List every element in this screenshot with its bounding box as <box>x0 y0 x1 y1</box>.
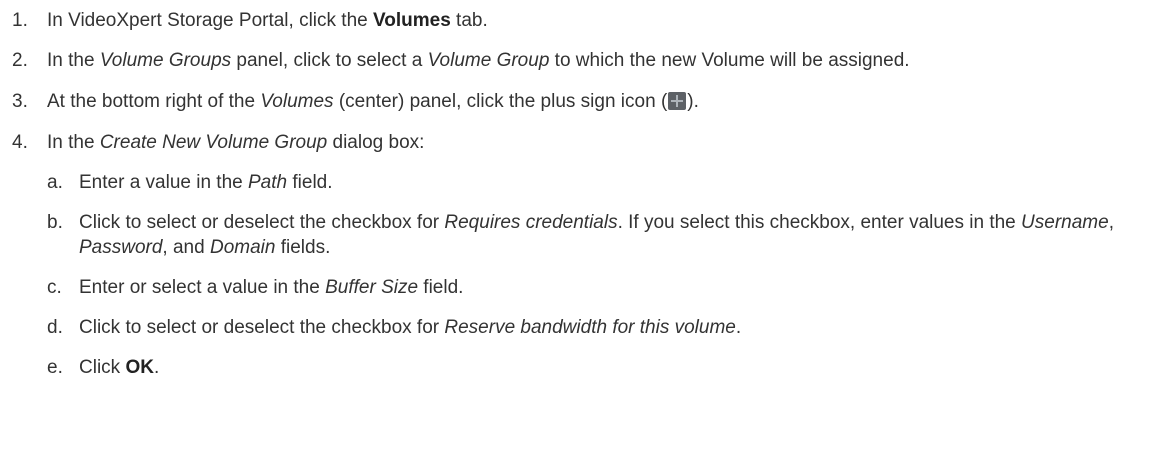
step-number: 4. <box>12 132 28 153</box>
volume-groups-term: Volume Groups <box>99 50 232 71</box>
substep-text: Click to select or deselect the checkbox… <box>79 212 445 233</box>
substep-letter: b. <box>47 212 63 233</box>
step-text: At the bottom right of the <box>47 91 261 112</box>
buffer-size-term: Buffer Size <box>325 277 419 298</box>
substep-text: field. <box>418 277 464 298</box>
substep-text: . <box>153 357 160 378</box>
requires-credentials-term: Requires credentials <box>444 212 618 233</box>
path-term: Path <box>248 172 288 193</box>
substep-text: fields. <box>275 237 331 258</box>
volume-group-term: Volume Group <box>427 50 550 71</box>
substep-text: Enter or select a value in the <box>79 277 326 298</box>
password-term: Password <box>79 237 163 258</box>
step-2: 2. In the Volume Groups panel, click to s… <box>12 48 1142 73</box>
step-number: 2. <box>12 50 28 71</box>
ok-term: OK <box>125 357 154 378</box>
step-text: panel, click to select a <box>231 50 428 71</box>
create-new-volume-group-term: Create New Volume Group <box>99 132 328 153</box>
reserve-bandwidth-term: Reserve bandwidth for this volume <box>444 317 736 338</box>
substep-b: b. Click to select or deselect the checkb… <box>12 210 1142 260</box>
substep-a: a. Enter a value in the Path field. <box>12 170 1142 195</box>
step-text: ). <box>687 91 699 112</box>
substep-text: Click <box>79 357 126 378</box>
substep-letter: d. <box>47 317 63 338</box>
substep-text: Enter a value in the <box>79 172 248 193</box>
substep-letter: a. <box>47 172 63 193</box>
step-4: 4. In the Create New Volume Group dialog … <box>12 130 1142 155</box>
step-text: In VideoXpert Storage Portal, click the <box>47 10 373 31</box>
step-text: to which the new Volume will be assigned… <box>549 50 910 71</box>
substep-letter: e. <box>47 357 63 378</box>
substep-text: field. <box>287 172 333 193</box>
plus-sign-icon <box>668 92 687 110</box>
step-text: tab. <box>450 10 488 31</box>
substep-d: d. Click to select or deselect the checkb… <box>12 315 1142 340</box>
substep-letter: c. <box>47 277 62 298</box>
substep-text: Click to select or deselect the checkbox… <box>79 317 445 338</box>
substep-text: , <box>1108 212 1114 233</box>
step-3: 3. At the bottom right of the Volumes (ce… <box>12 89 1142 114</box>
username-term: Username <box>1021 212 1109 233</box>
substep-text: . If you select this checkbox, enter val… <box>617 212 1022 233</box>
step-text: (center) panel, click the plus sign icon… <box>333 91 668 112</box>
step-1: 1. In VideoXpert Storage Portal, click th… <box>12 8 1142 33</box>
substep-c: c. Enter or select a value in the Buffer … <box>12 275 1142 300</box>
substep-e: e. Click OK. <box>12 355 1142 380</box>
step-text: dialog box: <box>327 132 425 153</box>
substep-text: , and <box>162 237 210 258</box>
substep-text: . <box>735 317 742 338</box>
step-text: In the <box>47 50 100 71</box>
step-number: 3. <box>12 91 28 112</box>
step-number: 1. <box>12 10 28 31</box>
volumes-tab-term: Volumes <box>373 10 451 31</box>
volumes-term: Volumes <box>260 91 334 112</box>
domain-term: Domain <box>209 237 276 258</box>
step-text: In the <box>47 132 100 153</box>
procedure-document: 1. In VideoXpert Storage Portal, click th… <box>0 0 1142 380</box>
